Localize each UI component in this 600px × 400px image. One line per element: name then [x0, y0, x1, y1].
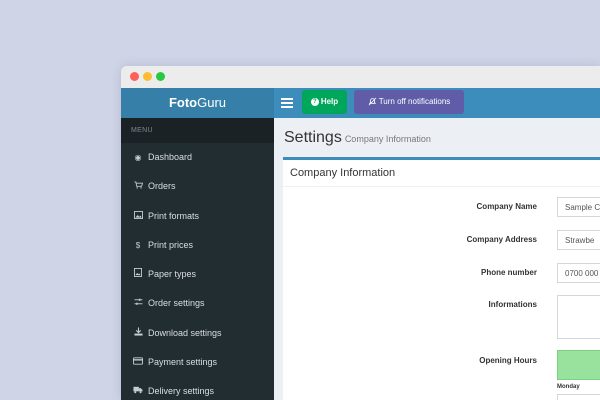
truck-icon [133, 377, 143, 400]
sidebar-item-label: Paper types [148, 269, 197, 280]
app-logo[interactable]: FotoGuru [121, 88, 274, 118]
image-icon [133, 202, 143, 231]
bell-slash-icon [368, 98, 377, 106]
window-titlebar [121, 66, 600, 89]
sidebar-item-label: Delivery settings [148, 386, 215, 397]
logo-bold-text: Foto [168, 95, 198, 110]
dashboard-icon: ◉ [134, 153, 142, 162]
credit-card-icon [133, 348, 143, 377]
sidebar-item-paper-types[interactable]: Paper types [121, 260, 274, 289]
sidebar-item-label: Download settings [148, 327, 222, 338]
sidebar-item-label: Orders [148, 181, 176, 192]
sidebar-item-label: Payment settings [148, 357, 218, 368]
help-button-label: Help [320, 97, 339, 106]
close-window-dot[interactable] [130, 72, 139, 81]
sidebar-item-payment-settings[interactable]: Payment settings [121, 348, 274, 377]
sidebar-item-orders[interactable]: Orders [121, 172, 274, 201]
opening-hours-label: Opening Hours [479, 356, 537, 365]
turn-off-notifications-label: Turn off notifications [378, 97, 451, 106]
sliders-icon [133, 289, 143, 318]
question-circle-icon: ? [310, 97, 319, 106]
sidebar-item-delivery-settings[interactable]: Delivery settings [121, 377, 274, 400]
phone-number-label: Phone number [480, 268, 537, 277]
download-icon [133, 319, 143, 348]
company-information-panel: Company Information Company Name Sample … [283, 157, 600, 400]
cart-icon [133, 172, 143, 201]
phone-number-input[interactable]: 0700 000 [557, 263, 600, 283]
company-name-input[interactable]: Sample C [557, 197, 600, 217]
page-subtitle: Company Information [344, 134, 431, 144]
day-label-monday: Monday [557, 384, 580, 390]
sidebar-item-order-settings[interactable]: Order settings [121, 289, 274, 318]
page-header: Settings Company Information [284, 129, 431, 147]
sidebar-menu-header: MENU [121, 118, 274, 143]
sidebar-item-label: Print formats [148, 210, 200, 221]
sidebar-item-dashboard[interactable]: ◉ Dashboard [121, 143, 274, 172]
company-address-label: Company Address [466, 235, 537, 244]
logo-regular-text: Guru [197, 95, 227, 110]
main-content: Settings Company Information Company Info… [274, 118, 600, 400]
paper-icon [133, 260, 143, 289]
sidebar-item-label: Order settings [148, 298, 205, 309]
company-address-input[interactable]: Strawbe [557, 230, 600, 250]
sidebar: MENU ◉ Dashboard Orders Print formats $ Pr… [121, 118, 274, 400]
panel-title: Company Information [283, 160, 600, 187]
sidebar-item-download-settings[interactable]: Download settings [121, 319, 274, 348]
opening-hours-grid[interactable] [557, 394, 600, 400]
sidebar-item-label: Dashboard [148, 152, 193, 162]
company-name-label: Company Name [476, 202, 537, 211]
minimize-window-dot[interactable] [143, 72, 152, 81]
help-button[interactable]: ? Help [302, 90, 347, 114]
opening-hours-slot[interactable] [557, 350, 600, 380]
hamburger-menu-icon[interactable] [281, 96, 293, 110]
dollar-icon: $ [135, 240, 141, 250]
maximize-window-dot[interactable] [156, 72, 165, 81]
browser-window: FotoGuru ? Help Turn off notifications ME… [121, 66, 600, 400]
informations-label: Informations [488, 300, 537, 309]
sidebar-item-print-formats[interactable]: Print formats [121, 202, 274, 231]
turn-off-notifications-button[interactable]: Turn off notifications [354, 90, 464, 114]
page-title: Settings [284, 129, 342, 146]
informations-textarea[interactable] [557, 295, 600, 339]
top-navbar: FotoGuru ? Help Turn off notifications [121, 88, 600, 118]
sidebar-item-label: Print prices [148, 239, 194, 250]
sidebar-item-print-prices[interactable]: $ Print prices [121, 231, 274, 260]
